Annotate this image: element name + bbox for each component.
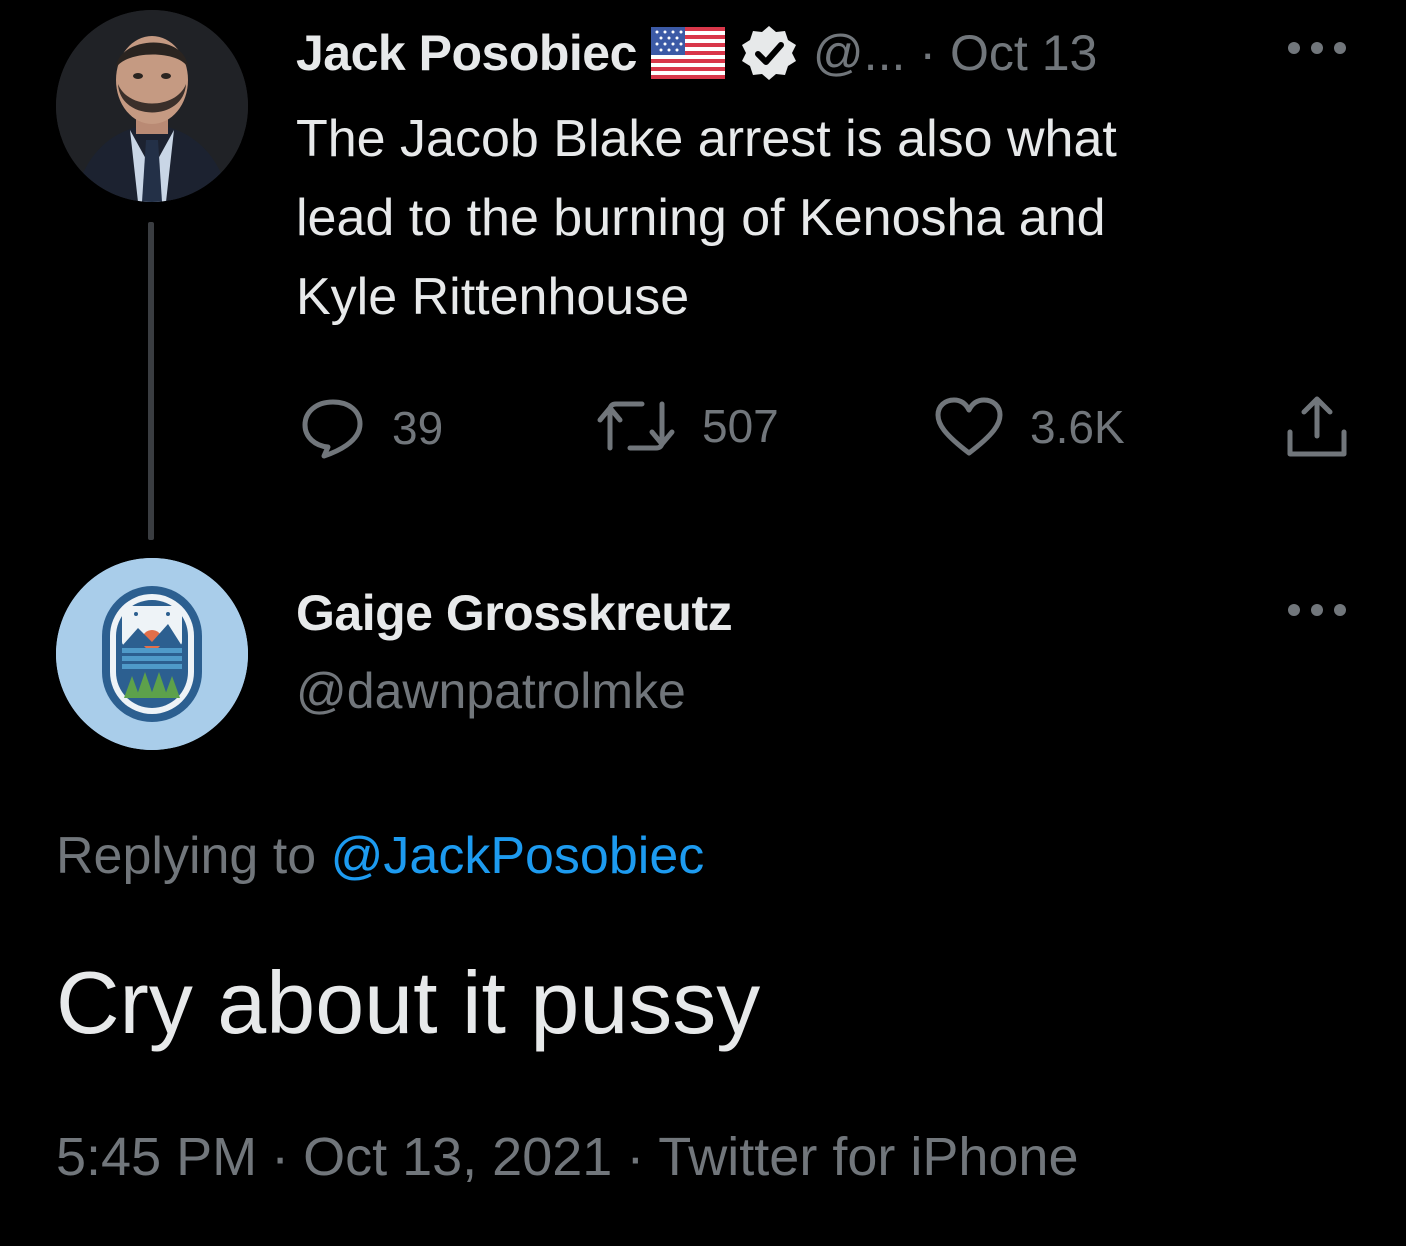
reply-metadata-line: 5:45 PM · Oct 13, 2021 · Twitter for iPh… <box>56 1126 1078 1188</box>
parent-author-name[interactable]: Jack Posobiec <box>296 24 637 82</box>
reply-count: 39 <box>392 402 444 454</box>
metadata-separator: · <box>271 1127 290 1187</box>
reply-date[interactable]: Oct 13, 2021 <box>303 1126 612 1188</box>
parent-tweet-text-line: Kyle Rittenhouse <box>296 268 690 326</box>
reply-action[interactable]: 39 <box>300 396 443 460</box>
share-button[interactable] <box>1284 394 1350 465</box>
retweet-action[interactable]: 507 <box>596 396 779 456</box>
verified-badge-icon <box>739 23 799 83</box>
more-options-icon <box>1288 42 1346 54</box>
like-count: 3.6K <box>1030 401 1125 453</box>
gaige-grosskreutz-avatar[interactable] <box>56 558 248 750</box>
parent-tweet-header: Jack Posobiec @... · Oct 13 <box>296 20 1097 86</box>
thread-connector-line <box>148 222 154 540</box>
parent-author-handle[interactable]: @... <box>813 24 905 82</box>
parent-tweet-text-line: lead to the burning of Kenosha and <box>296 189 1106 247</box>
heart-icon <box>935 397 1003 456</box>
jack-posobiec-avatar[interactable] <box>56 10 248 202</box>
parent-more-options-button[interactable] <box>1284 28 1350 73</box>
metadata-separator: · <box>626 1127 645 1187</box>
parent-tweet-date[interactable]: Oct 13 <box>950 24 1097 82</box>
more-options-icon <box>1288 604 1346 616</box>
replying-to-prefix: Replying to <box>56 827 317 885</box>
us-flag-icon <box>650 27 725 79</box>
reply-more-options-button[interactable] <box>1284 590 1350 635</box>
parent-tweet-text-line: The Jacob Blake arrest is also what <box>296 110 1117 168</box>
retweet-icon <box>597 401 675 451</box>
reply-time[interactable]: 5:45 PM <box>56 1126 257 1188</box>
reply-author-name[interactable]: Gaige Grosskreutz <box>296 584 733 642</box>
like-action[interactable]: 3.6K <box>934 396 1125 458</box>
reply-icon <box>302 399 363 459</box>
replying-to-line: Replying to @JackPosobiec <box>56 826 704 886</box>
parent-tweet-text: The Jacob Blake arrest is also what lead… <box>296 100 1117 337</box>
reply-author-handle[interactable]: @dawnpatrolmke <box>296 662 686 720</box>
header-separator: · <box>919 25 937 81</box>
reply-tweet-text: Cry about it pussy <box>56 953 761 1052</box>
replying-to-mention[interactable]: @JackPosobiec <box>331 827 705 885</box>
retweet-count: 507 <box>702 400 779 452</box>
share-icon <box>1287 396 1347 457</box>
reply-source[interactable]: Twitter for iPhone <box>658 1126 1078 1188</box>
